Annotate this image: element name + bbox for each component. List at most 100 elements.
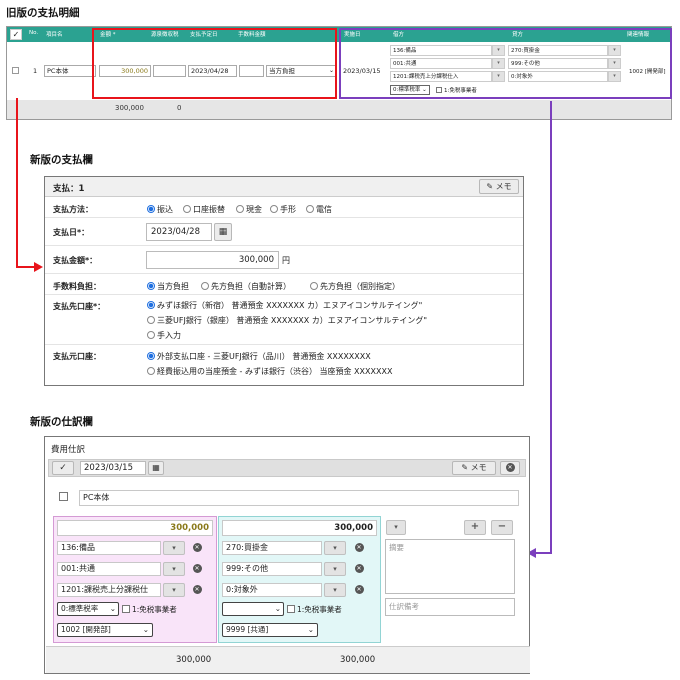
memo-button[interactable]: ✎ メモ (479, 179, 519, 194)
checkbox-icon[interactable] (287, 605, 295, 613)
fee-option-self[interactable]: 当方負担 (147, 281, 189, 292)
option-label: みずほ銀行（新宿） 普通預金 XXXXXXX カ）エヌアイコンサルテイング" (157, 301, 423, 310)
journal-memo-button[interactable]: ✎ メモ (452, 461, 496, 475)
radio-icon[interactable] (270, 205, 278, 213)
purple-arrow (535, 101, 552, 554)
fee-option-manual[interactable]: 先方負担（個別指定） (310, 281, 400, 292)
exempt-label: 1:免税事業者 (132, 605, 177, 614)
radio-icon[interactable] (183, 205, 191, 213)
remarks-textarea[interactable]: 仕訳備考 (385, 598, 515, 616)
radio-icon[interactable] (147, 352, 155, 360)
radio-icon[interactable] (147, 316, 155, 324)
credit-related-select[interactable]: 9999 [共通] ⌄ (222, 623, 318, 637)
fee-row: 手数料負担： 当方負担 先方負担（自動計算） 先方負担（個別指定） (45, 275, 523, 295)
item-checkbox[interactable] (59, 492, 68, 501)
dropdown-icon[interactable]: ▾ (324, 541, 346, 555)
related-value: 9999 [共通] (226, 625, 269, 634)
dropdown-icon[interactable]: ▾ (163, 562, 185, 576)
src-option-external[interactable]: 外部支払口座 - 三菱UFJ銀行（品川） 普通預金 XXXXXXXX (147, 351, 371, 362)
minus-icon[interactable]: − (491, 520, 513, 535)
method-row: 支払方法： 振込 口座振替 現金 手形 電信 (45, 198, 523, 218)
dropdown-icon[interactable]: ▾ (324, 562, 346, 576)
radio-icon[interactable] (147, 331, 155, 339)
journal-item-input[interactable]: PC本体 (79, 490, 519, 506)
credit-account-field[interactable]: 270:買掛金 (222, 541, 322, 555)
radio-icon[interactable] (236, 205, 244, 213)
yen-unit: 円 (282, 256, 290, 265)
clear-icon[interactable]: ✕ (351, 583, 367, 597)
option-label: 口座振替 (193, 205, 225, 214)
src-option-expense[interactable]: 経費振込用の当座預金 - みずほ銀行（渋谷） 当座預金 XXXXXXX (147, 366, 392, 377)
journal-panel: 費用仕訳 ✓ 2023/03/15 ▦ ✎ メモ ✕ PC本体 300,000 … (44, 436, 530, 674)
radio-icon[interactable] (306, 205, 314, 213)
debit-amount-input[interactable]: 300,000 (57, 520, 213, 536)
debit-related-select[interactable]: 1002 [開発部] ⌄ (57, 623, 153, 637)
clear-icon[interactable]: ✕ (189, 541, 205, 555)
debit-dept-field[interactable]: 001:共通 (57, 562, 161, 576)
option-label: 先方負担（自動計算） (211, 282, 291, 291)
dropdown-icon[interactable]: ▾ (163, 583, 185, 597)
clear-icon[interactable]: ✕ (189, 583, 205, 597)
dropdown-icon[interactable]: ▾ (163, 541, 185, 555)
clear-icon[interactable]: ✕ (351, 562, 367, 576)
check-icon[interactable]: ✓ (52, 461, 74, 475)
date-row: 支払日*： 2023/04/28 ▦ (45, 219, 523, 246)
radio-icon[interactable] (310, 282, 318, 290)
plus-icon[interactable]: + (464, 520, 486, 535)
journal-date-input[interactable]: 2023/03/15 (80, 461, 146, 475)
option-label: 電信 (316, 205, 332, 214)
radio-icon[interactable] (147, 367, 155, 375)
radio-icon[interactable] (147, 205, 155, 213)
credit-total: 300,000 (340, 655, 376, 665)
radio-icon[interactable] (147, 282, 155, 290)
debit-account-field[interactable]: 136:備品 (57, 541, 161, 555)
red-arrowhead (34, 262, 43, 272)
option-label: 経費振込用の当座預金 - みずほ銀行（渋谷） 当座預金 XXXXXXX (157, 367, 393, 376)
debit-panel: 300,000 136:備品 ▾ ✕ 001:共通 ▾ ✕ 1201:課税売上分… (53, 516, 217, 643)
method-option-wire[interactable]: 電信 (306, 204, 332, 215)
credit-exempt-checkbox[interactable]: 1:免税事業者 (287, 604, 342, 615)
memo-label: メモ (470, 463, 487, 472)
clear-icon[interactable]: ✕ (351, 541, 367, 555)
dropdown-icon[interactable]: ▾ (386, 520, 406, 535)
credit-tax-rate-select[interactable]: ⌄ (222, 602, 284, 616)
radio-icon[interactable] (147, 301, 155, 309)
method-option-bill[interactable]: 手形 (270, 204, 296, 215)
method-option-debit[interactable]: 口座振替 (183, 204, 225, 215)
journal-section-title: 新版の仕訳欄 (30, 416, 93, 428)
method-label: 支払方法： (53, 205, 93, 214)
dropdown-icon[interactable]: ▾ (324, 583, 346, 597)
red-arrow (16, 98, 36, 268)
payment-title: 支払：1 (53, 184, 85, 194)
dest-option-mizuho[interactable]: みずほ銀行（新宿） 普通預金 XXXXXXX カ）エヌアイコンサルテイング" (147, 300, 422, 311)
method-option-cash[interactable]: 現金 (236, 204, 262, 215)
calendar-icon[interactable]: ▦ (214, 223, 232, 241)
option-label: 現金 (246, 205, 262, 214)
debit-tax-field[interactable]: 1201:課税売上分課税仕 (57, 583, 161, 597)
credit-tax-field[interactable]: 0:対象外 (222, 583, 322, 597)
option-label: 外部支払口座 - 三菱UFJ銀行（品川） 普通預金 XXXXXXXX (157, 352, 371, 361)
checkbox-icon[interactable] (122, 605, 130, 613)
credit-dept-field[interactable]: 999:その他 (222, 562, 322, 576)
payment-amount-input[interactable]: 300,000 (146, 251, 279, 269)
method-option-transfer[interactable]: 振込 (147, 204, 173, 215)
dest-option-manual[interactable]: 手入力 (147, 330, 181, 341)
fee-option-auto[interactable]: 先方負担（自動計算） (201, 281, 291, 292)
credit-panel: 300,000 270:買掛金 ▾ ✕ 999:その他 ▾ ✕ 0:対象外 ▾ … (218, 516, 381, 643)
dest-option-mufg[interactable]: 三菱UFJ銀行（銀座） 普通預金 XXXXXXX カ）エヌアイコンサルテイング" (147, 315, 427, 326)
date-label: 支払日*： (53, 228, 90, 237)
credit-amount-input[interactable]: 300,000 (222, 520, 377, 536)
dest-row: 支払先口座*： みずほ銀行（新宿） 普通預金 XXXXXXX カ）エヌアイコンサ… (45, 296, 523, 345)
close-icon[interactable]: ✕ (500, 461, 520, 475)
calendar-icon[interactable]: ▦ (148, 461, 164, 475)
fee-label: 手数料負担： (53, 282, 101, 291)
clear-icon[interactable]: ✕ (189, 562, 205, 576)
payment-date-input[interactable]: 2023/04/28 (146, 223, 212, 241)
debit-tax-rate-select[interactable]: 0:標準税率 ⌄ (57, 602, 119, 616)
payment-panel-header: 支払：1 ✎ メモ (45, 177, 523, 197)
radio-icon[interactable] (201, 282, 209, 290)
pay-section-title: 新版の支払欄 (30, 154, 93, 166)
src-label: 支払元口座： (53, 352, 101, 361)
debit-exempt-checkbox[interactable]: 1:免税事業者 (122, 604, 177, 615)
summary-textarea[interactable]: 摘要 (385, 539, 515, 594)
